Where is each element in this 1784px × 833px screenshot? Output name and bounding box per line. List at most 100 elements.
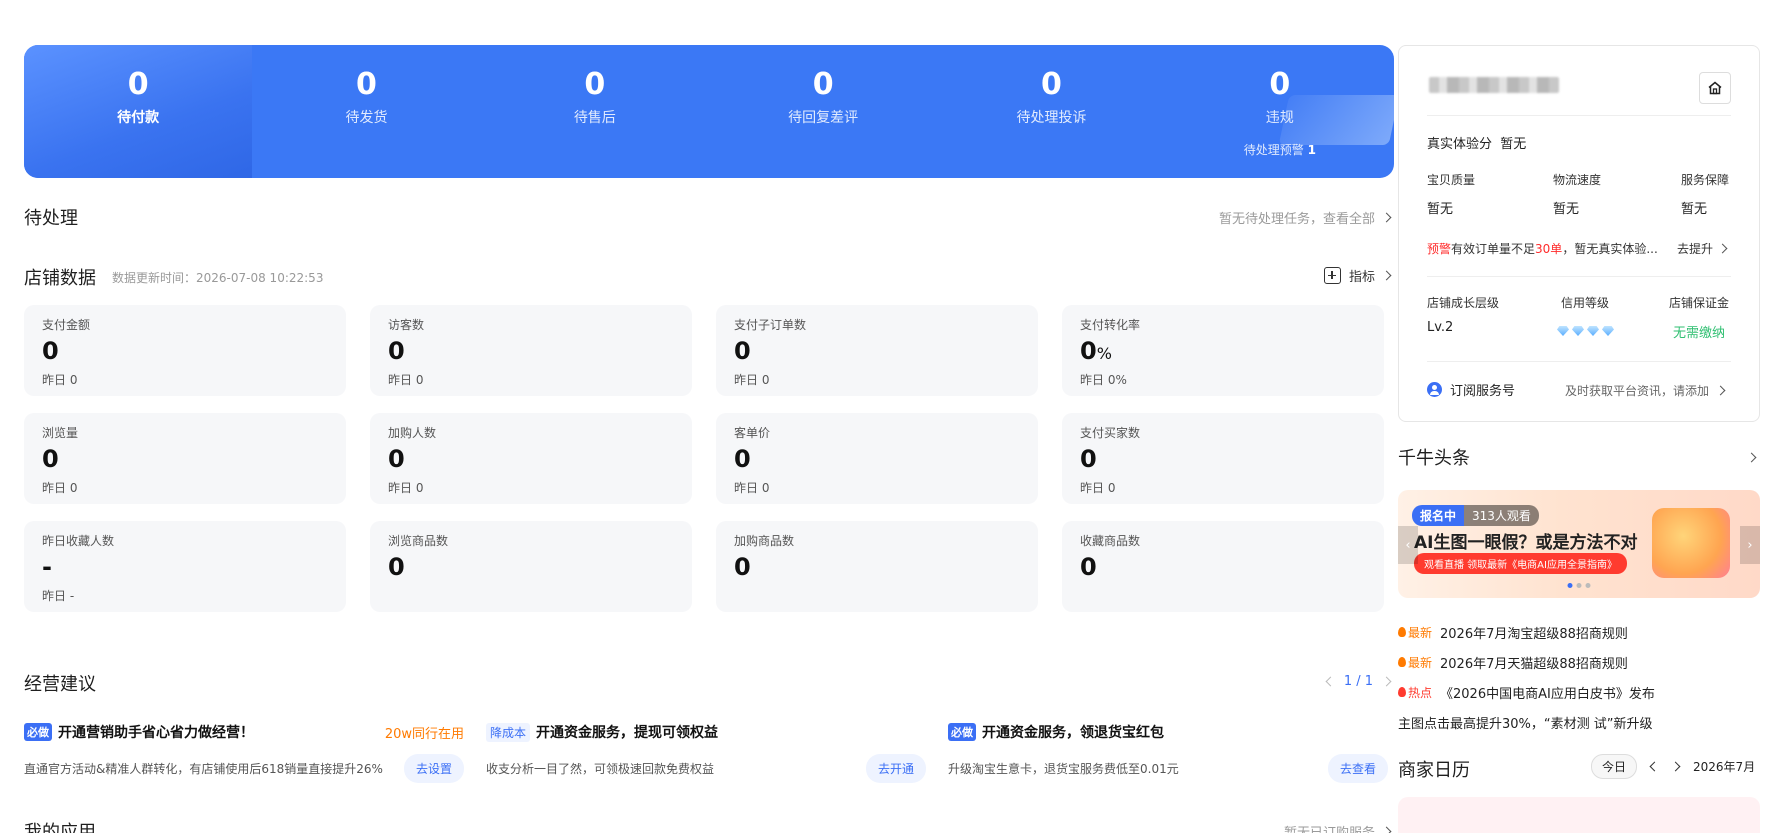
- carousel-dots: [1567, 583, 1591, 588]
- chevron-right-icon: [1715, 385, 1726, 396]
- deposit-value[interactable]: 无需缴纳: [1673, 322, 1725, 341]
- status-complaints[interactable]: 0 待处理投诉: [937, 45, 1165, 178]
- status-count: 0: [1041, 67, 1062, 102]
- setup-button[interactable]: 去设置: [403, 754, 464, 783]
- shop-home-button[interactable]: [1699, 72, 1731, 104]
- must-do-tag: 必做: [948, 723, 976, 741]
- metric-card[interactable]: 支付转化率 0% 昨日 0%: [1062, 305, 1384, 396]
- flame-icon: [1398, 627, 1406, 637]
- must-do-tag: 必做: [24, 723, 52, 741]
- shop-name-redacted: [1429, 77, 1559, 93]
- growth-label: 店铺成长层级: [1427, 296, 1500, 310]
- pending-title: 待处理: [24, 208, 78, 229]
- score-value: 暂无: [1553, 202, 1580, 217]
- diamond-icon: [1602, 326, 1614, 336]
- user-circle-icon: [1427, 382, 1442, 397]
- metric-card[interactable]: 支付子订单数 0 昨日 0: [716, 305, 1038, 396]
- status-count: 0: [584, 67, 606, 102]
- credit-diamonds: [1557, 326, 1614, 336]
- indicator-settings[interactable]: 指标: [1323, 266, 1392, 285]
- metric-card[interactable]: 访客数 0 昨日 0: [370, 305, 692, 396]
- chevron-left-icon[interactable]: [1649, 761, 1660, 772]
- flame-icon: [1398, 687, 1406, 697]
- metric-card[interactable]: 收藏商品数 0: [1062, 521, 1384, 612]
- status-count: 0: [356, 67, 377, 102]
- diamond-icon: [1587, 326, 1599, 336]
- score-value: 暂无: [1427, 202, 1454, 217]
- diamond-icon: [1557, 326, 1569, 336]
- banner-title: AI生图一眼假？或是方法不对: [1414, 533, 1638, 553]
- status-bad-review-reply[interactable]: 0 待回复差评: [709, 45, 937, 178]
- pending-warning[interactable]: 待处理预警 1: [1244, 141, 1316, 158]
- banner-subtitle: 观看直播 领取最新《电商AI应用全景指南》: [1414, 553, 1627, 574]
- chevron-right-icon[interactable]: [1381, 676, 1392, 687]
- metric-card[interactable]: 客单价 0 昨日 0: [716, 413, 1038, 504]
- subscribe-service[interactable]: 订阅服务号: [1427, 380, 1515, 399]
- news-item[interactable]: 热点 《2026中国电商AI应用白皮书》发布: [1398, 677, 1760, 707]
- deposit-label: 店铺保证金: [1669, 296, 1730, 310]
- chevron-right-icon[interactable]: [1746, 452, 1757, 463]
- metrics-grid: 支付金额 0 昨日 0 访客数 0 昨日 0 支付子订单数 0 昨日 0 支付转化率 0% 昨日…: [24, 305, 1394, 612]
- metric-card[interactable]: 浏览商品数 0: [370, 521, 692, 612]
- status-count: 0: [1269, 67, 1291, 102]
- metric-card[interactable]: 加购人数 0 昨日 0: [370, 413, 692, 504]
- status-label: 违规: [1265, 110, 1294, 126]
- subscribe-hint[interactable]: 及时获取平台资讯，请添加: [1565, 382, 1726, 399]
- metric-card[interactable]: 昨日收藏人数 - 昨日 -: [24, 521, 346, 612]
- my-apps-link[interactable]: 暂无已订购服务: [1284, 822, 1392, 833]
- calendar-month: 2026年7月: [1693, 760, 1756, 774]
- calendar-controls: 今日 2026年7月: [1591, 754, 1755, 779]
- chevron-right-icon[interactable]: [1670, 761, 1681, 772]
- order-status-banner: 0 待付款 0 待发货 0 待售后 0 待回复差评 0 待处理投诉 0 违规 待…: [24, 45, 1394, 178]
- news-item[interactable]: 最新 2026年7月淘宝超级88招商规则: [1398, 617, 1760, 647]
- diamond-icon: [1572, 326, 1584, 336]
- plus-square-icon: [1323, 267, 1341, 284]
- score-label: 物流速度: [1553, 173, 1602, 187]
- metric-card[interactable]: 支付买家数 0 昨日 0: [1062, 413, 1384, 504]
- my-apps-title: 我的应用: [24, 822, 96, 833]
- status-label: 待处理投诉: [1016, 110, 1087, 126]
- view-button[interactable]: 去查看: [1327, 754, 1388, 783]
- headline-news-list: 最新 2026年7月淘宝超级88招商规则 最新 2026年7月天猫超级88招商规则 …: [1398, 617, 1760, 737]
- carousel-prev-icon[interactable]: ‹: [1398, 526, 1418, 564]
- status-label: 待发货: [345, 110, 388, 126]
- status-violations[interactable]: 0 违规 待处理预警 1: [1166, 45, 1394, 178]
- chevron-right-icon: [1381, 270, 1392, 281]
- headlines-title: 千牛头条: [1398, 448, 1470, 469]
- today-button[interactable]: 今日: [1591, 754, 1638, 779]
- chevron-right-icon: [1717, 243, 1728, 254]
- status-label: 待付款: [117, 110, 160, 126]
- calendar-title: 商家日历: [1398, 760, 1470, 781]
- home-icon: [1708, 81, 1722, 95]
- seller-dashboard: 0 待付款 0 待发货 0 待售后 0 待回复差评 0 待处理投诉 0 违规 待…: [0, 0, 1784, 833]
- status-count: 0: [812, 67, 834, 102]
- score-value: 暂无: [1681, 202, 1708, 217]
- suggestion-card: 降成本 开通资金服务，提现可领权益 收支分析一目了然，可领极速回款免费权益 去开通: [486, 722, 926, 783]
- improve-link[interactable]: 去提升: [1677, 240, 1728, 257]
- status-after-sales[interactable]: 0 待售后: [481, 45, 709, 178]
- metric-card[interactable]: 支付金额 0 昨日 0: [24, 305, 346, 396]
- shop-info-panel: 真实体验分 暂无 宝贝质量 暂无 物流速度 暂无 服务保障 暂无 预警有效订单量…: [1398, 45, 1760, 422]
- metric-card[interactable]: 加购商品数 0: [716, 521, 1038, 612]
- chevron-left-icon[interactable]: [1325, 676, 1336, 687]
- news-item[interactable]: 主图点击最高提升30%，“素材测 试”新升级: [1398, 707, 1760, 737]
- status-pending-payment[interactable]: 0 待付款: [24, 45, 252, 178]
- calendar-grid: [1398, 797, 1760, 833]
- carousel-next-icon[interactable]: ›: [1740, 526, 1760, 564]
- status-label: 待回复差评: [788, 110, 859, 126]
- status-label: 待售后: [573, 110, 616, 126]
- suggestion-card: 必做 开通营销助手省心省力做经营！ 20w同行在用 直通官方活动&精准人群转化，有店…: [24, 722, 464, 783]
- shop-data-title: 店铺数据: [24, 268, 96, 289]
- score-label: 服务保障: [1681, 173, 1730, 187]
- news-item[interactable]: 最新 2026年7月天猫超级88招商规则: [1398, 647, 1760, 677]
- suggestions-pager: 1 / 1: [1325, 674, 1392, 689]
- metric-card[interactable]: 浏览量 0 昨日 0: [24, 413, 346, 504]
- headline-banner[interactable]: 报名中 313人观看 AI生图一眼假？或是方法不对 观看直播 领取最新《电商AI应…: [1398, 490, 1760, 598]
- live-status-badge: 报名中: [1412, 505, 1465, 526]
- status-pending-shipment[interactable]: 0 待发货: [252, 45, 480, 178]
- pending-view-all[interactable]: 暂无待处理任务，查看全部: [1219, 208, 1392, 227]
- chevron-right-icon: [1381, 212, 1392, 223]
- growth-level: Lv.2: [1427, 320, 1454, 335]
- activate-button[interactable]: 去开通: [865, 754, 926, 783]
- suggestion-card: 必做 开通资金服务，领退货宝红包 升级淘宝生意卡，退货宝服务费低至0.01元 去查看: [948, 722, 1388, 783]
